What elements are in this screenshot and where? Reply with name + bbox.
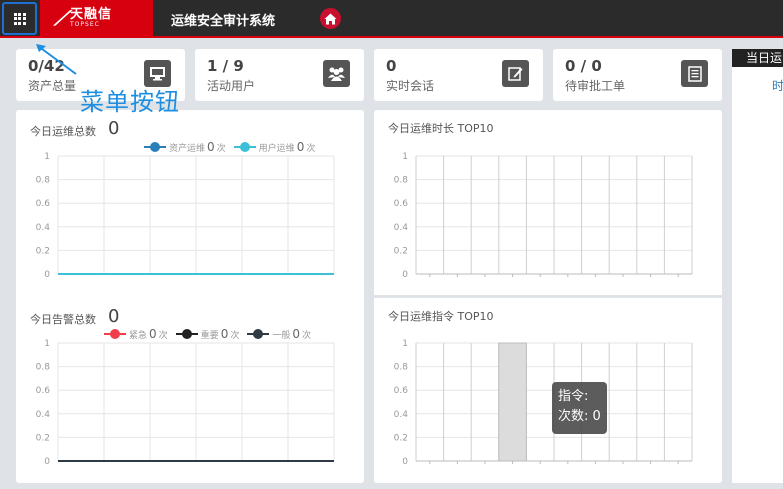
- card-value: 1 / 9: [207, 57, 244, 75]
- alerts-total-count: 0: [108, 306, 120, 327]
- panel-divider: [374, 295, 722, 298]
- legend-label: 重要: [200, 330, 219, 341]
- legend-value: 0: [149, 327, 157, 341]
- card-value: 0: [386, 57, 397, 75]
- card-live-sessions[interactable]: 0 实时会话: [374, 49, 543, 101]
- legend-unit: 次: [230, 330, 240, 341]
- topsec-logo[interactable]: ⟋ 天融信 TOPSEC: [40, 0, 153, 36]
- ops-legend: 资产运维 0 次 用户运维 0 次: [144, 140, 323, 154]
- legend-value: 0: [296, 140, 305, 154]
- chart-tooltip: 指令: 次数: 0: [552, 382, 607, 434]
- legend-value: 0: [220, 327, 229, 341]
- middle-charts-panel: 今日运维时长 TOP10 今日运维指令 TOP10: [374, 110, 722, 483]
- card-label: 活动用户: [207, 79, 256, 93]
- logo-mark-icon: ⟋: [54, 6, 68, 30]
- legend-unit: 次: [216, 143, 226, 154]
- menu-button[interactable]: [2, 2, 37, 35]
- card-label: 资产总量: [28, 79, 77, 93]
- menu-button-annotation: 菜单按钮: [80, 88, 180, 116]
- tooltip-line1: 指令:: [558, 389, 589, 404]
- duration-top-title: 今日运维时长 TOP10: [388, 122, 494, 135]
- document-icon[interactable]: [681, 60, 708, 87]
- logo-en: TOPSEC: [70, 21, 100, 28]
- ops-total-count: 0: [108, 118, 120, 139]
- alerts-total-title: 今日告警总数: [30, 313, 96, 326]
- card-active-users[interactable]: 1 / 9 活动用户: [195, 49, 364, 101]
- home-button[interactable]: [320, 8, 341, 29]
- right-panel: 当日运 时: [732, 49, 783, 483]
- right-panel-sub: 时: [772, 79, 783, 93]
- edit-icon[interactable]: [502, 60, 529, 87]
- users-icon[interactable]: [323, 60, 350, 87]
- legend-item[interactable]: 用户运维 0 次: [233, 140, 316, 154]
- card-pending-tickets[interactable]: 0 / 0 待审批工单: [553, 49, 722, 101]
- legend-label: 资产运维: [169, 143, 206, 154]
- tooltip-line2: 次数: 0: [558, 409, 601, 424]
- legend-value: 0: [292, 327, 300, 341]
- legend-item[interactable]: 一般 0 次: [247, 327, 311, 341]
- legend-unit: 次: [302, 330, 312, 341]
- card-label: 实时会话: [386, 79, 435, 93]
- grid-menu-icon: [13, 12, 26, 25]
- legend-item[interactable]: 重要 0 次: [175, 327, 240, 341]
- ops-total-title: 今日运维总数: [30, 125, 96, 138]
- logo-cn: 天融信: [70, 7, 113, 22]
- card-value: 0 / 0: [565, 57, 602, 75]
- legend-unit: 次: [158, 330, 168, 341]
- home-icon: [324, 13, 337, 24]
- legend-item[interactable]: 紧急 0 次: [104, 327, 168, 341]
- system-title: 运维安全审计系统: [171, 14, 276, 29]
- annotation-arrow-icon: [36, 44, 77, 75]
- left-charts-panel: 今日运维总数 0 资产运维 0 次 用户运维 0 次 今日告警总数 0 紧急 0…: [16, 110, 364, 483]
- legend-item[interactable]: 资产运维 0 次: [144, 140, 226, 154]
- legend-value: 0: [207, 140, 215, 154]
- top-bar: ⟋ 天融信 TOPSEC 运维安全审计系统: [0, 0, 783, 38]
- legend-unit: 次: [306, 143, 316, 154]
- legend-label: 用户运维: [258, 143, 295, 154]
- legend-label: 一般: [272, 330, 291, 341]
- card-label: 待审批工单: [565, 79, 626, 93]
- legend-label: 紧急: [129, 330, 148, 341]
- command-top-title: 今日运维指令 TOP10: [388, 310, 494, 323]
- right-panel-title: 当日运: [732, 49, 783, 67]
- alerts-legend: 紧急 0 次 重要 0 次 一般 0 次: [104, 327, 319, 341]
